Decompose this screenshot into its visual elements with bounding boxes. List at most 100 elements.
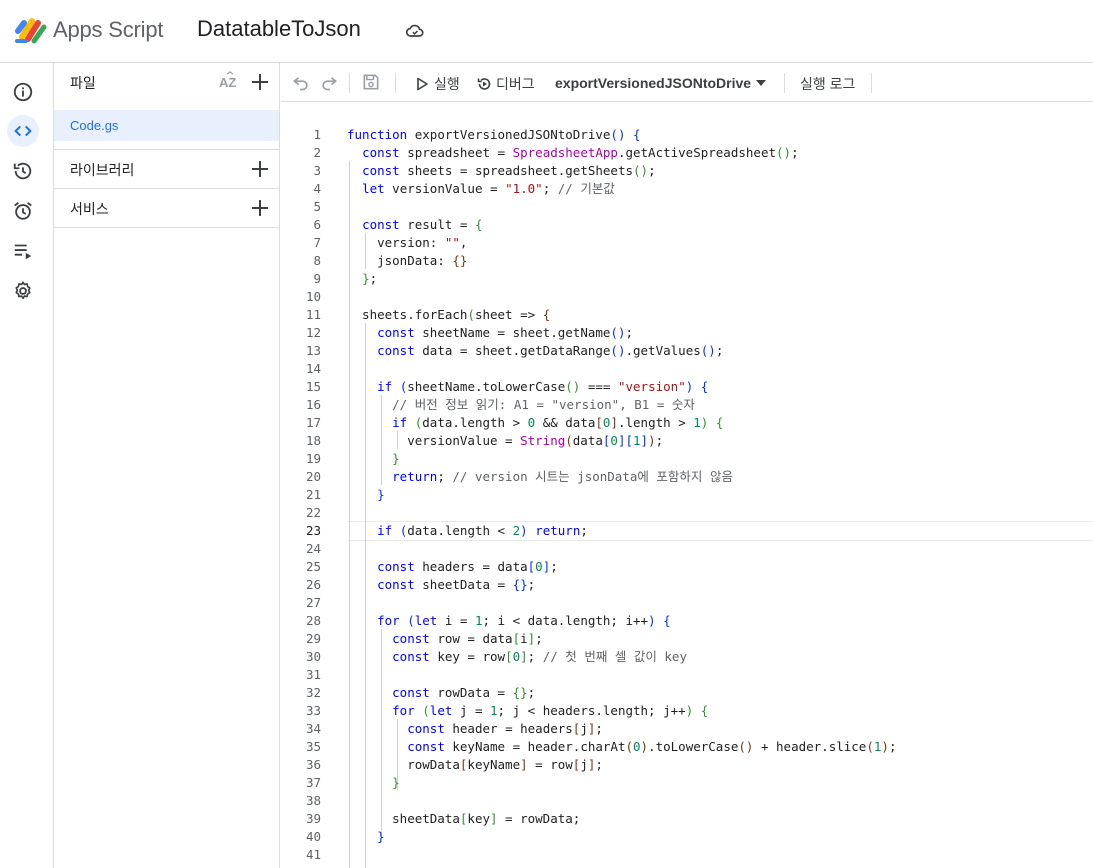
settings-button[interactable]: [7, 275, 39, 307]
code-line[interactable]: 36 rowData[keyName] = row[j];: [281, 756, 1093, 774]
add-file-icon[interactable]: [248, 70, 272, 94]
code-line[interactable]: 14: [281, 360, 1093, 378]
code-text: sheetData[key] = rowData;: [347, 811, 581, 826]
overview-button[interactable]: [7, 76, 39, 108]
line-number: 11: [305, 307, 321, 322]
play-icon: [417, 77, 428, 91]
line-number: 38: [305, 793, 321, 808]
project-title[interactable]: DatatableToJson: [197, 16, 361, 42]
code-line[interactable]: 40 }: [281, 828, 1093, 846]
code-line[interactable]: 4 let versionValue = "1.0"; // 기본값: [281, 180, 1093, 198]
code-line[interactable]: 3 const sheets = spreadsheet.getSheets()…: [281, 162, 1093, 180]
code-text: if (data.length < 2) return;: [377, 523, 588, 538]
line-number: 28: [305, 613, 321, 628]
code-line[interactable]: 21 }: [281, 486, 1093, 504]
code-line[interactable]: 16 // 버전 정보 읽기: A1 = "version", B1 = 숫자: [281, 396, 1093, 414]
cloud-saved-icon: [405, 24, 424, 37]
file-item-code-gs[interactable]: Code.gs: [54, 110, 279, 141]
code-line[interactable]: 12 const sheetName = sheet.getName();: [281, 324, 1093, 342]
sort-az-icon[interactable]: AZ: [218, 71, 240, 93]
apps-script-logo[interactable]: [14, 15, 48, 45]
line-number: 40: [305, 829, 321, 844]
code-text: const keyName = header.charAt(0).toLower…: [407, 739, 897, 754]
line-number: 20: [305, 469, 321, 484]
code-line[interactable]: 34 const header = headers[j];: [281, 720, 1093, 738]
libraries-section-header: 라이브러리: [54, 150, 280, 188]
add-library-icon[interactable]: [248, 157, 272, 181]
code-text: };: [362, 271, 378, 286]
save-icon[interactable]: [361, 72, 381, 92]
code-line[interactable]: 7 version: "",: [281, 234, 1093, 252]
code-text: const sheets = spreadsheet.getSheets();: [362, 163, 656, 178]
editor-button[interactable]: [7, 115, 39, 147]
executions-button[interactable]: [7, 235, 39, 267]
code-line[interactable]: 6 const result = {: [281, 216, 1093, 234]
code-line[interactable]: 19 }: [281, 450, 1093, 468]
line-number: 19: [305, 451, 321, 466]
code-line[interactable]: 18 versionValue = String(data[0][1]);: [281, 432, 1093, 450]
code-editor[interactable]: 1 function exportVersionedJSONtoDrive() {…: [281, 102, 1093, 868]
code-line[interactable]: 27: [281, 594, 1093, 612]
line-number: 6: [313, 217, 321, 232]
code-icon: [14, 125, 32, 137]
code-line[interactable]: 41: [281, 846, 1093, 864]
code-text: const row = data[i];: [392, 631, 543, 646]
code-line[interactable]: 5: [281, 198, 1093, 216]
line-number: 13: [305, 343, 321, 358]
undo-icon[interactable]: [291, 72, 311, 92]
code-line[interactable]: 35 const keyName = header.charAt(0).toLo…: [281, 738, 1093, 756]
code-line[interactable]: 28 for (let i = 1; i < data.length; i++)…: [281, 612, 1093, 630]
code-line[interactable]: 10: [281, 288, 1093, 306]
run-button[interactable]: 실행: [414, 74, 460, 94]
code-text: const rowData = {};: [392, 685, 536, 700]
execution-log-button[interactable]: 실행 로그: [800, 74, 855, 94]
code-line[interactable]: 17 if (data.length > 0 && data[0].length…: [281, 414, 1093, 432]
function-select[interactable]: exportVersionedJSONtoDrive: [555, 75, 767, 91]
code-line[interactable]: 22: [281, 504, 1093, 522]
code-line[interactable]: 31: [281, 666, 1093, 684]
code-line[interactable]: 1 function exportVersionedJSONtoDrive() {: [281, 126, 1093, 144]
code-line[interactable]: 25 const headers = data[0];: [281, 558, 1093, 576]
debug-label: 디버그: [496, 76, 535, 92]
code-line[interactable]: 29 const row = data[i];: [281, 630, 1093, 648]
code-line[interactable]: 8 jsonData: {}: [281, 252, 1093, 270]
services-section-header: 서비스: [54, 189, 280, 227]
line-number: 17: [305, 415, 321, 430]
run-label: 실행: [434, 76, 460, 92]
history-icon: [13, 162, 32, 180]
code-line[interactable]: 30 const key = row[0]; // 첫 번째 셀 값이 key: [281, 648, 1093, 666]
code-text: let versionValue = "1.0"; // 기본값: [362, 181, 615, 196]
code-line[interactable]: 15 if (sheetName.toLowerCase() === "vers…: [281, 378, 1093, 396]
toolbar-separator: [784, 73, 785, 93]
redo-icon[interactable]: [319, 72, 339, 92]
debug-button[interactable]: 디버그: [476, 74, 535, 94]
code-line[interactable]: 2 const spreadsheet = SpreadsheetApp.get…: [281, 144, 1093, 162]
app-name[interactable]: Apps Script: [53, 17, 163, 43]
code-text: sheets.forEach(sheet => {: [347, 307, 551, 322]
divider: [54, 227, 280, 228]
line-number: 24: [305, 541, 321, 556]
code-line[interactable]: 11 sheets.forEach(sheet => {: [281, 306, 1093, 324]
code-text: }: [377, 829, 385, 844]
line-number: 12: [305, 325, 321, 340]
code-text: }: [392, 451, 400, 466]
toolbar-separator: [349, 73, 350, 93]
code-text: versionValue = String(data[0][1]);: [347, 433, 664, 448]
code-text: rowData[keyName] = row[j];: [347, 757, 603, 772]
code-line[interactable]: 38: [281, 792, 1093, 810]
code-line[interactable]: 9 };: [281, 270, 1093, 288]
triggers-button[interactable]: [7, 195, 39, 227]
code-line[interactable]: 32 const rowData = {};: [281, 684, 1093, 702]
code-line[interactable]: 39 sheetData[key] = rowData;: [281, 810, 1093, 828]
code-line[interactable]: 26 const sheetData = {};: [281, 576, 1093, 594]
code-line[interactable]: 13 const data = sheet.getDataRange().get…: [281, 342, 1093, 360]
line-number: 27: [305, 595, 321, 610]
code-line[interactable]: 23 if (data.length < 2) return;: [281, 522, 1093, 540]
code-text: const sheetData = {};: [377, 577, 536, 592]
code-line[interactable]: 24: [281, 540, 1093, 558]
project-history-button[interactable]: [7, 155, 39, 187]
code-line[interactable]: 20 return; // version 시트는 jsonData에 포함하지…: [281, 468, 1093, 486]
code-line[interactable]: 33 for (let j = 1; j < headers.length; j…: [281, 702, 1093, 720]
code-line[interactable]: 37 }: [281, 774, 1093, 792]
add-service-icon[interactable]: [248, 196, 272, 220]
